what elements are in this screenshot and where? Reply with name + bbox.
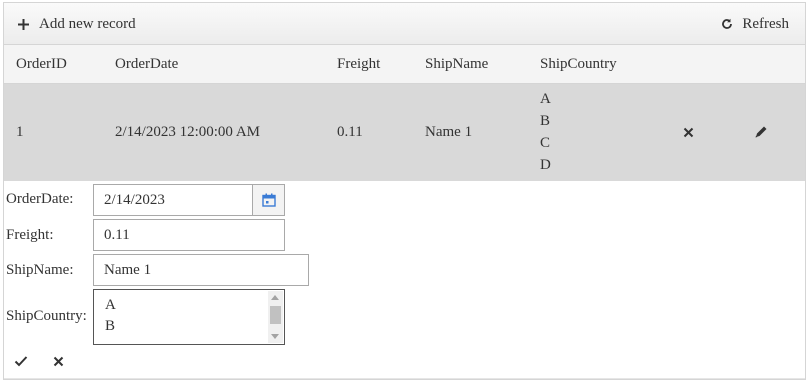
column-header-orderdate[interactable]: OrderDate: [115, 45, 178, 84]
freight-input[interactable]: 0.11: [93, 219, 285, 251]
grid-toolbar: Add new record Refresh: [4, 3, 805, 45]
cell-orderdate: 2/14/2023 12:00:00 AM: [115, 124, 261, 140]
pencil-icon: [755, 126, 767, 138]
cell-orderid: 1: [16, 124, 24, 140]
cancel-button[interactable]: [48, 351, 68, 371]
scroll-down-arrow-icon[interactable]: [271, 334, 279, 339]
freight-label: Freight:: [6, 227, 54, 243]
column-header-freight[interactable]: Freight: [337, 45, 380, 84]
listbox-scrollbar[interactable]: [268, 291, 283, 343]
listbox-option[interactable]: A: [105, 295, 116, 316]
country-item: B: [540, 113, 551, 129]
add-new-record-button[interactable]: Add new record: [17, 3, 136, 45]
calendar-icon: [261, 193, 276, 207]
shipname-label: ShipName:: [6, 262, 74, 278]
cell-shipname: Name 1: [425, 124, 473, 140]
refresh-button[interactable]: Refresh: [721, 3, 789, 45]
country-item: D: [540, 157, 551, 173]
shipcountry-label: ShipCountry:: [6, 308, 87, 324]
listbox-option[interactable]: B: [105, 316, 116, 337]
update-button[interactable]: [11, 351, 31, 371]
column-header-orderid[interactable]: OrderID: [16, 45, 67, 84]
edit-button[interactable]: [749, 120, 773, 144]
check-icon: [14, 356, 28, 367]
orderdate-label: OrderDate:: [6, 191, 74, 207]
calendar-button[interactable]: [253, 185, 284, 215]
add-new-record-label: Add new record: [39, 15, 136, 32]
column-header-shipname[interactable]: ShipName: [425, 45, 488, 84]
country-item: C: [540, 135, 551, 151]
delete-button[interactable]: [676, 120, 700, 144]
cell-shipcountry: A B C D: [540, 88, 551, 176]
orderdate-input[interactable]: 2/14/2023: [94, 185, 253, 215]
refresh-label: Refresh: [742, 15, 789, 32]
scroll-up-arrow-icon[interactable]: [271, 295, 279, 300]
refresh-icon: [722, 18, 733, 29]
plus-icon: [18, 18, 29, 30]
close-icon: [53, 356, 63, 366]
shipname-input[interactable]: Name 1: [93, 254, 309, 286]
edit-form: OrderDate: 2/14/2023 Freight: 0.11 ShipN…: [4, 181, 805, 379]
close-icon: [683, 127, 693, 137]
table-row[interactable]: 1 2/14/2023 12:00:00 AM 0.11 Name 1 A B …: [4, 84, 805, 181]
shipcountry-listbox[interactable]: A B: [93, 289, 285, 345]
grid-footer: [4, 379, 805, 380]
grid: Add new record Refresh OrderID OrderDate…: [3, 2, 806, 380]
orderdate-datepicker[interactable]: 2/14/2023: [93, 184, 285, 216]
grid-header: OrderID OrderDate Freight ShipName ShipC…: [4, 45, 805, 84]
cell-freight: 0.11: [337, 124, 363, 140]
scrollbar-thumb[interactable]: [270, 306, 281, 324]
column-header-shipcountry[interactable]: ShipCountry: [540, 45, 617, 84]
country-item: A: [540, 91, 551, 107]
